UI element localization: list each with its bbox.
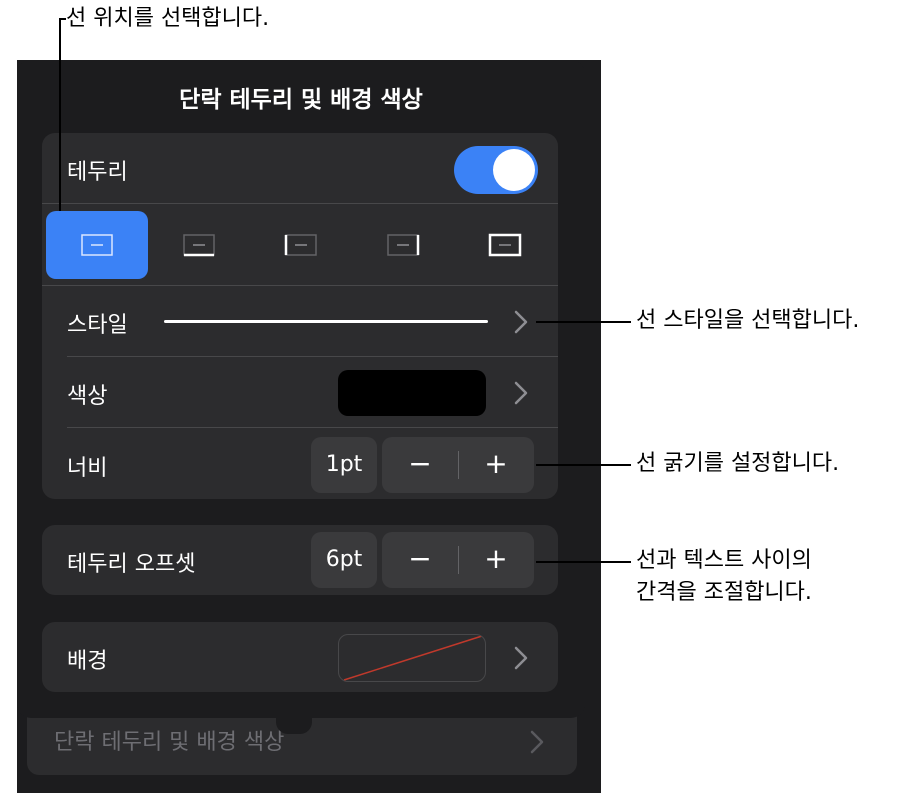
border-position-right-button[interactable] — [352, 211, 454, 279]
callout-leader — [536, 561, 631, 563]
border-left-icon — [284, 234, 317, 256]
border-position-all-button[interactable] — [46, 211, 148, 279]
border-color-swatch[interactable] — [338, 370, 486, 416]
border-offset-increase-button[interactable]: + — [458, 532, 534, 588]
divider — [42, 285, 558, 286]
border-width-label: 너비 — [67, 456, 108, 481]
callout-spacing-line2: 간격을 조절합니다. — [636, 580, 812, 605]
chevron-right-icon[interactable] — [514, 381, 528, 405]
border-offset-label: 테두리 오프셋 — [67, 552, 196, 577]
underlying-menu-row-label: 단락 테두리 및 배경 색상 — [54, 730, 285, 755]
divider — [67, 427, 558, 428]
border-position-left-button[interactable] — [250, 211, 352, 279]
divider — [42, 203, 558, 204]
callout-thickness: 선 굵기를 설정합니다. — [636, 451, 840, 476]
border-toggle-label: 테두리 — [67, 160, 128, 185]
divider — [67, 356, 558, 357]
border-right-icon — [387, 234, 420, 256]
border-offset-decrease-button[interactable]: − — [382, 532, 458, 588]
border-color-label: 색상 — [67, 384, 108, 409]
border-toggle-switch[interactable] — [454, 146, 538, 194]
chevron-right-icon — [530, 730, 544, 754]
border-style-label: 스타일 — [67, 313, 128, 338]
toggle-knob — [493, 149, 535, 191]
callout-position: 선 위치를 선택합니다. — [66, 6, 270, 31]
line-style-preview[interactable] — [164, 320, 488, 323]
border-position-bottom-button[interactable] — [148, 211, 250, 279]
border-all-icon — [81, 234, 113, 256]
callout-style: 선 스타일을 선택합니다. — [636, 308, 860, 333]
border-width-value: 1pt — [311, 437, 377, 493]
border-position-outline-button[interactable] — [454, 211, 556, 279]
border-width-decrease-button[interactable]: − — [382, 437, 458, 493]
no-fill-slash-icon — [343, 635, 482, 681]
background-label: 배경 — [67, 649, 108, 674]
border-width-stepper: − + — [382, 437, 534, 493]
chevron-right-icon[interactable] — [514, 310, 528, 334]
callout-leader — [536, 321, 631, 323]
border-bottom-icon — [183, 234, 215, 257]
border-offset-stepper: − + — [382, 532, 534, 588]
callout-leader — [59, 18, 61, 211]
background-color-swatch[interactable] — [338, 634, 486, 682]
callout-spacing-line1: 선과 텍스트 사이의 — [636, 548, 812, 573]
popover-title: 단락 테두리 및 배경 색상 — [179, 87, 423, 113]
border-width-increase-button[interactable]: + — [458, 437, 534, 493]
popover-arrow — [276, 708, 312, 734]
border-offset-value: 6pt — [311, 532, 377, 588]
callout-leader — [536, 464, 631, 466]
chevron-right-icon[interactable] — [514, 646, 528, 670]
border-outline-icon — [488, 233, 522, 257]
